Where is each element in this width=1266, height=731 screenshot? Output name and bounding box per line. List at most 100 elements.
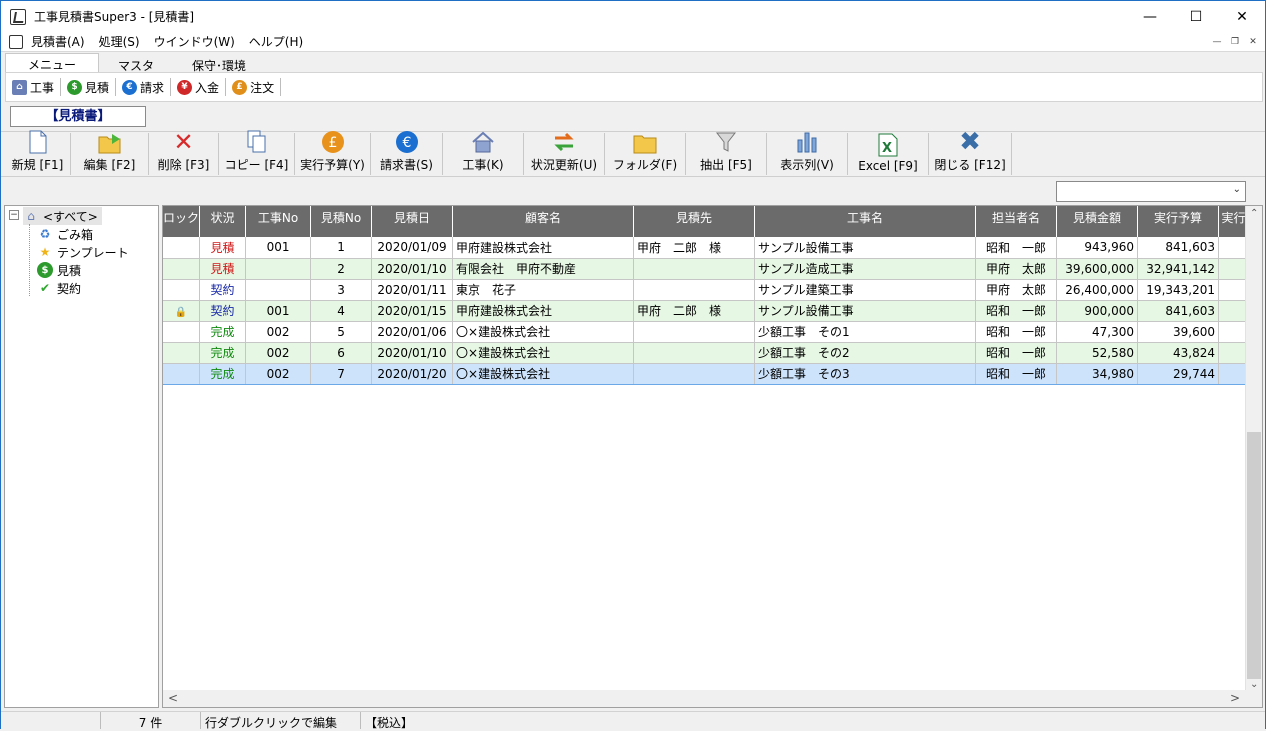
col-header-lock[interactable]: ロック [163,206,201,237]
folder-icon [633,132,657,154]
cell-staff: 昭和 一郎 [975,342,1058,364]
minimize-button[interactable]: — [1127,1,1173,32]
collapse-toggle[interactable]: − [9,210,19,220]
house-icon: ⌂ [27,209,35,223]
mdi-restore-button[interactable]: ❐ [1227,35,1243,49]
table-row[interactable]: 見積 001 1 2020/01/09 甲府建設株式会社 甲府 二郎 様サンプル設備工事昭… [163,237,1250,259]
status-count: 7 件 [101,712,201,730]
cell-amount: 39,600,000 [1056,258,1139,280]
filter-combobox[interactable]: ⌄ [1056,181,1246,202]
tree-guide [29,224,30,296]
scroll-down-icon[interactable]: ⌄ [1250,679,1258,690]
tab-maintenance[interactable]: 保守･環境 [173,53,265,73]
cell-customer: 有限会社 甲府不動産 [452,258,635,280]
title-bar: 工事見積書Super3 - [見積書] — ☐ ✕ [1,1,1265,32]
nav-chumon[interactable]: £ 注文 [226,78,282,96]
toolbar-label: 実行予算(Y) [300,158,365,172]
scroll-up-icon[interactable]: ⌃ [1250,208,1258,219]
new-button[interactable]: 新規 [F1] [5,130,71,175]
maximize-button[interactable]: ☐ [1173,1,1219,32]
status-update-button[interactable]: 状況更新(U) [524,132,605,175]
cell-staff: 昭和 一郎 [975,362,1058,385]
cell-amount: 26,400,000 [1056,279,1139,301]
cell-project: サンプル設備工事 [754,237,977,259]
col-header-project[interactable]: 工事名 [754,206,977,237]
vertical-scrollbar[interactable]: ⌃ ⌄ [1245,206,1262,692]
col-header-koji-no[interactable]: 工事No [245,206,312,237]
tree-item-trash[interactable]: ♻ ごみ箱 [37,225,93,243]
scroll-thumb[interactable] [1247,432,1261,679]
nav-nyukin[interactable]: ¥ 入金 [171,78,227,96]
nav-koji[interactable]: ⌂ 工事 [6,78,62,96]
col-header-budget[interactable]: 実行予算 [1137,206,1220,237]
table-row[interactable]: 契約 3 2020/01/11 東京 花子 サンプル建築工事 甲府 太郎 26,400,00… [163,279,1250,301]
col-header-date[interactable]: 見積日 [371,206,454,237]
col-header-amount[interactable]: 見積金額 [1056,206,1139,237]
nav-seikyu[interactable]: € 請求 [116,78,172,96]
edit-button[interactable]: 編集 [F2] [71,133,149,175]
mdi-close-button[interactable]: ✕ [1245,35,1261,49]
cell-destination: 甲府 二郎 様 [633,300,756,322]
horizontal-scrollbar[interactable]: < > [163,690,1262,707]
tree-item-template[interactable]: ★ テンプレート [37,243,129,261]
invoice-button[interactable]: € 請求書(S) [371,131,443,175]
col-header-estimate-no[interactable]: 見積No [310,206,373,237]
close-button[interactable]: ✖ 閉じる [F12] [929,129,1012,175]
euro-coin-icon: € [122,79,138,95]
excel-button[interactable]: X Excel [F9] [848,133,929,175]
col-header-destination[interactable]: 見積先 [633,206,756,237]
filter-button[interactable]: 抽出 [F5] [686,130,767,175]
toolbar-label: 工事(K) [462,158,504,172]
menu-process[interactable]: 処理(S) [99,33,140,50]
cell-koji-no: 002 [245,362,312,385]
filter-funnel-icon [714,130,738,154]
mdi-minimize-button[interactable]: — [1209,35,1225,49]
tree-label: テンプレート [57,245,129,260]
columns-button[interactable]: 表示列(V) [767,132,848,175]
scroll-left-icon[interactable]: < [168,691,178,705]
cell-project: 少額工事 その3 [754,362,977,385]
cell-amount: 52,580 [1056,342,1139,364]
cell-lock [163,279,201,301]
col-header-customer[interactable]: 顧客名 [452,206,635,237]
cell-destination [633,279,756,301]
table-row[interactable]: 完成 002 6 2020/01/10 〇×建設株式会社 少額工事 その2 昭和 一郎 52,… [163,342,1250,364]
toolbar-label: 編集 [F2] [83,158,136,172]
copy-icon [245,130,269,154]
copy-button[interactable]: コピー [F4] [219,130,295,175]
recycle-bin-icon: ♻ [39,227,51,241]
cell-amount: 47,300 [1056,321,1139,343]
nav-mitsumori[interactable]: $ 見積 [61,78,117,96]
mdi-controls: — ❐ ✕ [1209,35,1261,49]
menu-window[interactable]: ウインドウ(W) [154,33,235,50]
tree-item-all[interactable]: ⌂ <すべて> [23,207,102,225]
cell-destination [633,258,756,280]
svg-text:£: £ [328,135,337,151]
budget-button[interactable]: £ 実行予算(Y) [295,131,371,175]
divider [1,176,1265,177]
table-row[interactable]: 見積 2 2020/01/10 有限会社 甲府不動産 サンプル造成工事 甲府 太郎 39,6… [163,258,1250,280]
table-row[interactable]: 完成 002 7 2020/01/20 〇×建設株式会社 少額工事 その3 昭和 一郎 34,… [163,362,1250,385]
tree-item-contract[interactable]: ✔ 契約 [37,279,81,297]
tree-item-estimate[interactable]: $ 見積 [37,261,81,279]
app-window: 工事見積書Super3 - [見積書] — ☐ ✕ 見積書(A) 処理(S) ウ… [0,0,1266,730]
menu-estimate[interactable]: 見積書(A) [31,33,85,50]
folder-button[interactable]: フォルダ(F) [605,133,686,175]
tab-master[interactable]: マスタ [99,53,173,73]
tab-menu[interactable]: メニュー [5,53,100,73]
delete-button[interactable]: ✕ 削除 [F3] [149,130,219,175]
table-row[interactable]: 🔒 契約 001 4 2020/01/15 甲府建設株式会社 甲府 二郎 様サンプル設備工事… [163,300,1250,322]
col-header-status[interactable]: 状況 [199,206,247,237]
document-menu-icon[interactable] [9,34,23,49]
koji-button[interactable]: 工事(K) [443,131,524,175]
table-row[interactable]: 完成 002 5 2020/01/06 〇×建設株式会社 少額工事 その1 昭和 一郎 47,… [163,321,1250,343]
scroll-right-icon[interactable]: > [1230,691,1240,705]
close-window-button[interactable]: ✕ [1219,1,1265,32]
chevron-down-icon[interactable]: ⌄ [1233,184,1241,195]
menu-help[interactable]: ヘルプ(H) [249,33,303,50]
cell-amount: 34,980 [1056,362,1139,385]
col-header-staff[interactable]: 担当者名 [975,206,1058,237]
cell-estimate-no: 4 [310,300,373,322]
cell-project: 少額工事 その2 [754,342,977,364]
nav-label: 工事 [30,80,55,95]
